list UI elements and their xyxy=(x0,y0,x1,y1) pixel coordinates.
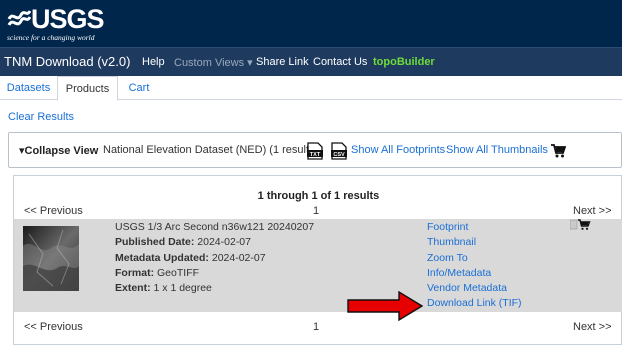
download-link-tif[interactable]: Download Link (TIF) xyxy=(427,297,522,309)
extent: Extent: 1 x 1 degree xyxy=(115,282,212,294)
usgs-logo[interactable]: USGS science for a changing world xyxy=(7,4,111,42)
txt-file-icon[interactable]: TXT xyxy=(307,142,323,160)
nav-custom-views[interactable]: Custom Views ▾ xyxy=(174,56,253,69)
results-panel: 1 through 1 of 1 results << Previous 1 N… xyxy=(13,175,622,345)
format-value: GeoTIFF xyxy=(157,267,200,279)
extent-value: 1 x 1 degree xyxy=(153,282,212,294)
add-to-cart-icon[interactable] xyxy=(570,219,592,231)
tab-products-label: Products xyxy=(65,83,110,95)
clear-results-link[interactable]: Clear Results xyxy=(8,111,74,123)
format-label: Format: xyxy=(115,267,155,279)
svg-text:CSV: CSV xyxy=(333,152,345,158)
previous-page-link-bottom[interactable]: << Previous xyxy=(24,321,83,333)
tab-cart-label: Cart xyxy=(128,82,150,94)
dataset-view-box: ▾Collapse View National Elevation Datase… xyxy=(8,132,622,168)
dataset-name: National Elevation Dataset (NED) (1 resu… xyxy=(103,144,319,156)
page-number[interactable]: 1 xyxy=(313,205,319,217)
tab-products[interactable]: Products xyxy=(57,76,118,101)
extent-label: Extent: xyxy=(115,282,151,294)
result-title: USGS 1/3 Arc Second n36w121 20240207 xyxy=(115,221,315,233)
show-all-footprints-link[interactable]: Show All Footprints xyxy=(351,144,445,156)
tab-datasets[interactable]: Datasets xyxy=(0,76,57,100)
tab-cart[interactable]: Cart xyxy=(118,76,160,100)
nav-share-link[interactable]: Share Link xyxy=(256,56,309,68)
nav-topobuilder[interactable]: topoBuilder xyxy=(373,56,435,68)
tab-datasets-label: Datasets xyxy=(6,82,51,94)
results-range: 1 through 1 of 1 results xyxy=(257,190,380,202)
published-date-value: 2024-02-07 xyxy=(197,236,251,248)
csv-file-icon[interactable]: CSV xyxy=(331,142,347,160)
usgs-header: USGS science for a changing world xyxy=(0,0,622,47)
info-metadata-link[interactable]: Info/Metadata xyxy=(427,267,491,279)
logo-tagline: science for a changing world xyxy=(7,33,95,42)
logo-wordmark: USGS xyxy=(31,4,105,34)
previous-page-link[interactable]: << Previous xyxy=(24,205,83,217)
show-all-thumbnails-link[interactable]: Show All Thumbnails xyxy=(446,144,548,156)
nav-help[interactable]: Help xyxy=(142,56,165,68)
zoom-to-link[interactable]: Zoom To xyxy=(427,252,468,264)
thumbnail-link[interactable]: Thumbnail xyxy=(427,236,476,248)
vendor-metadata-link[interactable]: Vendor Metadata xyxy=(427,282,507,294)
svg-text:TXT: TXT xyxy=(310,152,321,158)
result-item: USGS 1/3 Arc Second n36w121 20240207 Pub… xyxy=(14,219,622,312)
metadata-updated-value: 2024-02-07 xyxy=(211,252,266,264)
next-page-link-bottom[interactable]: Next >> xyxy=(573,321,612,333)
usgs-logo-icon xyxy=(7,10,31,26)
published-date-label: Published Date: xyxy=(115,236,195,248)
page-number-bottom[interactable]: 1 xyxy=(313,321,319,333)
red-arrow-icon xyxy=(347,291,423,321)
metadata-updated-label: Metadata Updated: xyxy=(115,252,209,264)
cart-icon[interactable] xyxy=(550,143,566,159)
footprint-link[interactable]: Footprint xyxy=(427,221,468,233)
next-page-link[interactable]: Next >> xyxy=(573,205,612,217)
tab-bar: Datasets Products Cart xyxy=(0,76,622,101)
app-title[interactable]: TNM Download (v2.0) xyxy=(4,54,130,69)
collapse-view-button[interactable]: ▾Collapse View xyxy=(19,144,98,157)
top-nav: TNM Download (v2.0) Help Custom Views ▾ … xyxy=(0,47,622,76)
format: Format: GeoTIFF xyxy=(115,267,199,279)
metadata-updated: Metadata Updated: 2024-02-07 xyxy=(115,252,266,264)
result-thumbnail[interactable] xyxy=(23,226,79,291)
nav-contact-us[interactable]: Contact Us xyxy=(313,56,367,68)
published-date: Published Date: 2024-02-07 xyxy=(115,236,251,248)
